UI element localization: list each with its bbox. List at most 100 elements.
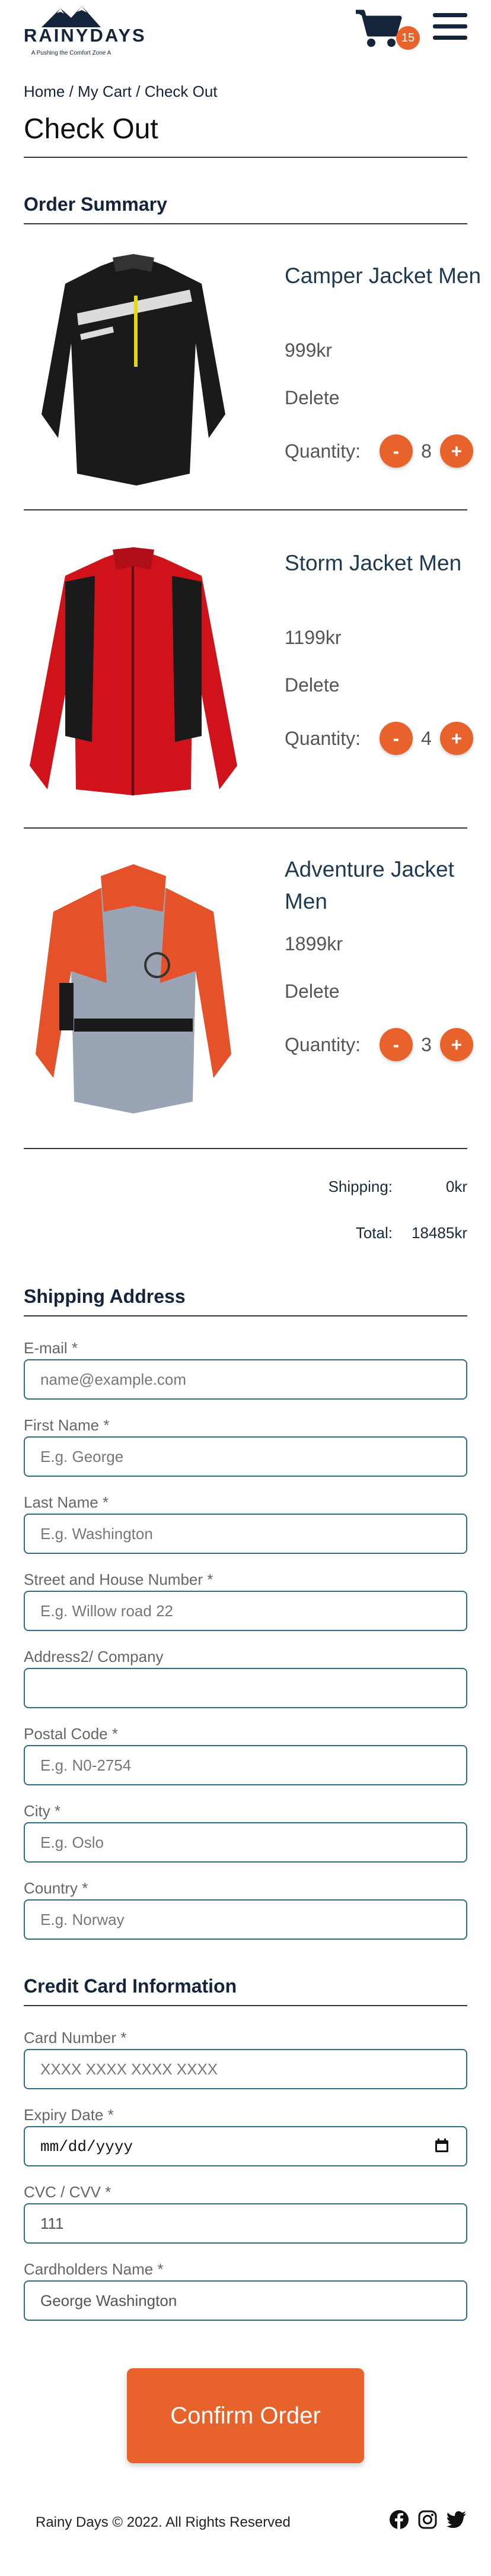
product-name[interactable]: Adventure Jacket Men: [285, 854, 491, 918]
decrease-quantity-button[interactable]: -: [380, 434, 413, 468]
cardholder-field[interactable]: [24, 2280, 467, 2321]
order-summary-title: Order Summary: [24, 193, 167, 215]
expiry-date-label: Expiry Date *: [24, 2106, 114, 2124]
cvc-group: CVC / CVV *: [24, 2183, 467, 2244]
expiry-date-placeholder: mm/dd/yyyy: [40, 2138, 133, 2156]
postal-code-field[interactable]: [24, 1745, 467, 1785]
page-title: Check Out: [24, 113, 158, 145]
storm-jacket-image: [30, 547, 237, 795]
quantity-stepper: Quantity: - 8 +: [285, 434, 491, 468]
city-field[interactable]: [24, 1822, 467, 1863]
social-links: [389, 2510, 467, 2530]
logo-tagline: A Pushing the Comfort Zone A: [31, 50, 111, 56]
country-label: Country *: [24, 1879, 88, 1897]
email-group: E-mail *: [24, 1339, 467, 1400]
total-label: Total:: [355, 1223, 393, 1242]
calendar-icon[interactable]: [434, 2138, 449, 2153]
email-label: E-mail *: [24, 1339, 78, 1357]
card-number-label: Card Number *: [24, 2029, 127, 2047]
site-header: RAINYDAYS A Pushing the Comfort Zone A 1…: [0, 0, 491, 78]
increase-quantity-button[interactable]: +: [440, 722, 473, 755]
postal-code-label: Postal Code *: [24, 1725, 118, 1743]
cart-item: Storm Jacket Men 1199kr Delete Quantity:…: [24, 510, 473, 827]
breadcrumb: Home / My Cart / Check Out: [24, 78, 467, 104]
last-name-field[interactable]: [24, 1514, 467, 1554]
payment-form: Card Number * Expiry Date * mm/dd/yyyy C…: [24, 2029, 467, 2321]
logo-title: RAINYDAYS: [24, 25, 146, 46]
first-name-label: First Name *: [24, 1416, 110, 1434]
total-value: 18485kr: [412, 1223, 467, 1242]
shipping-label: Shipping:: [328, 1177, 393, 1195]
address2-group: Address2/ Company: [24, 1648, 467, 1708]
cart-count-badge: 15: [396, 26, 420, 50]
decrease-quantity-button[interactable]: -: [380, 722, 413, 755]
cart-button[interactable]: 15: [355, 8, 420, 56]
shipping-form: E-mail * First Name * Last Name * Street…: [24, 1339, 467, 1940]
quantity-stepper: Quantity: - 3 +: [285, 1028, 491, 1061]
quantity-value: 4: [421, 727, 432, 749]
cardholder-group: Cardholders Name *: [24, 2260, 467, 2321]
divider: [24, 2005, 467, 2006]
shopping-cart-icon: [356, 9, 402, 47]
site-footer: Rainy Days © 2022. All Rights Reserved: [24, 2505, 467, 2576]
expiry-date-group: Expiry Date * mm/dd/yyyy: [24, 2106, 467, 2166]
quantity-label: Quantity:: [285, 1033, 361, 1055]
city-group: City *: [24, 1802, 467, 1863]
product-name[interactable]: Camper Jacket Men: [285, 260, 491, 324]
decrease-quantity-button[interactable]: -: [380, 1028, 413, 1061]
product-price: 999kr: [285, 340, 333, 361]
street-label: Street and House Number *: [24, 1571, 213, 1588]
breadcrumb-separator: /: [65, 83, 78, 100]
order-totals: Shipping: 0kr Total: 18485kr: [24, 1163, 467, 1256]
cvc-field[interactable]: [24, 2203, 467, 2244]
first-name-field[interactable]: [24, 1436, 467, 1477]
divider: [24, 157, 467, 158]
adventure-jacket-image: [36, 864, 231, 1113]
cart-item-details: Adventure Jacket Men 1899kr Delete Quant…: [285, 854, 491, 1061]
street-field[interactable]: [24, 1591, 467, 1631]
quantity-value: 8: [421, 440, 432, 462]
twitter-icon[interactable]: [446, 2510, 467, 2530]
breadcrumb-current: Check Out: [144, 83, 218, 100]
camper-jacket-image: [42, 254, 225, 486]
increase-quantity-button[interactable]: +: [440, 1028, 473, 1061]
shipping-row: Shipping: 0kr: [24, 1163, 467, 1210]
product-name[interactable]: Storm Jacket Men: [285, 547, 491, 611]
card-number-field[interactable]: [24, 2049, 467, 2089]
hamburger-menu-icon[interactable]: [433, 13, 467, 44]
address2-label: Address2/ Company: [24, 1648, 164, 1665]
city-label: City *: [24, 1802, 61, 1820]
confirm-order-button[interactable]: Confirm Order: [127, 2368, 364, 2463]
expiry-date-wrapper: mm/dd/yyyy: [24, 2126, 467, 2166]
cart-item: Adventure Jacket Men 1899kr Delete Quant…: [24, 829, 473, 1148]
breadcrumb-cart[interactable]: My Cart: [78, 83, 132, 100]
divider: [24, 1315, 467, 1316]
quantity-stepper: Quantity: - 4 +: [285, 722, 491, 755]
divider: [24, 1148, 467, 1149]
product-price: 1899kr: [285, 933, 343, 954]
delete-item-button[interactable]: Delete: [285, 674, 491, 698]
last-name-label: Last Name *: [24, 1493, 109, 1511]
country-field[interactable]: [24, 1899, 467, 1940]
delete-item-button[interactable]: Delete: [285, 387, 491, 411]
credit-card-title: Credit Card Information: [24, 1975, 237, 1997]
card-number-group: Card Number *: [24, 2029, 467, 2089]
postal-code-group: Postal Code *: [24, 1725, 467, 1785]
shipping-value: 0kr: [445, 1177, 467, 1195]
address2-field[interactable]: [24, 1668, 467, 1708]
instagram-icon[interactable]: [417, 2510, 438, 2530]
delete-item-button[interactable]: Delete: [285, 981, 491, 1004]
breadcrumb-home[interactable]: Home: [24, 83, 65, 100]
quantity-value: 3: [421, 1033, 432, 1055]
last-name-group: Last Name *: [24, 1493, 467, 1554]
email-field[interactable]: [24, 1359, 467, 1400]
cvc-label: CVC / CVV *: [24, 2183, 111, 2201]
cart-item: Camper Jacket Men 999kr Delete Quantity:…: [24, 224, 481, 509]
cardholder-label: Cardholders Name *: [24, 2260, 164, 2278]
logo[interactable]: RAINYDAYS A Pushing the Comfort Zone A: [24, 5, 146, 62]
facebook-icon[interactable]: [389, 2510, 409, 2530]
country-group: Country *: [24, 1879, 467, 1940]
cart-item-details: Camper Jacket Men 999kr Delete Quantity:…: [285, 260, 491, 468]
increase-quantity-button[interactable]: +: [440, 434, 473, 468]
total-row: Total: 18485kr: [24, 1210, 467, 1256]
